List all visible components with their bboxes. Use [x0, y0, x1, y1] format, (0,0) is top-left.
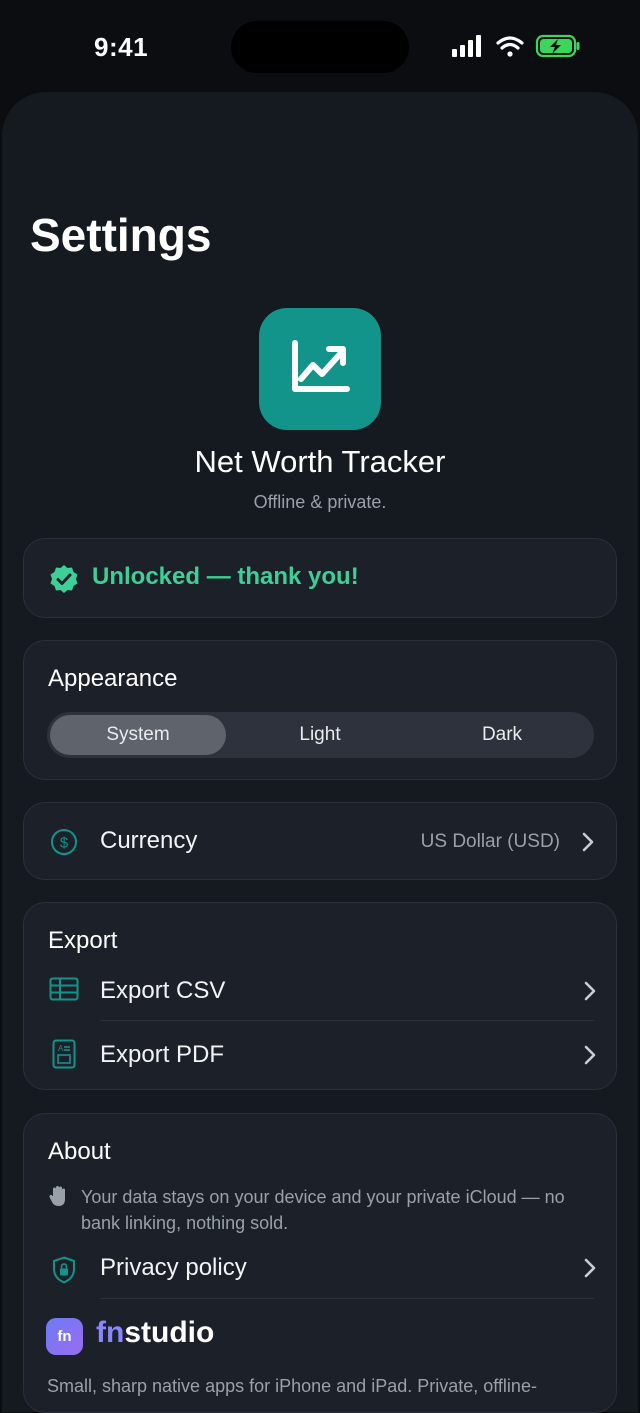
privacy-policy-row[interactable]: Privacy policy — [24, 1242, 618, 1298]
hand-icon — [49, 1186, 65, 1206]
studio-name-studio: studio — [124, 1316, 215, 1349]
svg-text:A: A — [58, 1044, 64, 1053]
chevron-right-icon — [584, 1045, 596, 1065]
shield-lock-icon — [53, 1256, 75, 1284]
check-badge-icon — [50, 565, 78, 593]
app-icon — [259, 308, 381, 430]
currency-label: Currency — [100, 827, 198, 854]
privacy-policy-label: Privacy policy — [100, 1254, 247, 1281]
studio-description: Small, sharp native apps for iPhone and … — [47, 1376, 537, 1396]
chevron-right-icon — [584, 1258, 596, 1278]
page-title: Settings — [30, 209, 212, 261]
about-divider — [100, 1298, 594, 1299]
export-card: Export Export CSV A Export PDF — [23, 902, 617, 1090]
export-pdf-row[interactable]: A Export PDF — [24, 1027, 618, 1083]
status-bar: 9:41 — [0, 0, 640, 92]
wifi-icon — [496, 36, 524, 57]
chart-trend-icon — [292, 340, 350, 392]
export-csv-label: Export CSV — [100, 977, 226, 1004]
export-divider — [100, 1020, 594, 1021]
app-tagline: Offline & private. — [253, 492, 387, 512]
currency-row[interactable]: $ Currency US Dollar (USD) — [23, 802, 617, 880]
chevron-right-icon — [582, 832, 594, 852]
studio-name: fnstudio — [96, 1316, 214, 1350]
document-icon: A — [52, 1039, 76, 1069]
battery-icon — [535, 34, 580, 58]
about-data-note: Your data stays on your device and your … — [81, 1187, 565, 1233]
chevron-right-icon — [584, 981, 596, 1001]
studio-logo: fn — [46, 1318, 83, 1355]
about-card: About Your data stays on your device and… — [23, 1113, 617, 1413]
about-title: About — [48, 1138, 111, 1165]
appearance-segmented-control: System Light Dark — [47, 712, 594, 758]
appearance-option-system[interactable]: System — [50, 715, 226, 755]
export-pdf-label: Export PDF — [100, 1041, 225, 1068]
studio-name-fn: fn — [96, 1316, 125, 1349]
table-icon — [49, 977, 79, 1001]
dynamic-island — [231, 21, 409, 73]
svg-text:$: $ — [60, 835, 69, 852]
status-time: 9:41 — [94, 32, 149, 62]
export-title: Export — [48, 927, 118, 954]
currency-value: US Dollar (USD) — [420, 831, 560, 852]
appearance-option-dark[interactable]: Dark — [414, 715, 590, 755]
status-icons — [452, 34, 580, 58]
appearance-option-light[interactable]: Light — [232, 715, 408, 755]
appearance-title: Appearance — [48, 665, 178, 692]
export-csv-row[interactable]: Export CSV — [24, 965, 618, 1021]
signal-icon — [452, 35, 481, 57]
app-name: Net Worth Tracker — [194, 444, 446, 479]
unlocked-card: Unlocked — thank you! — [23, 538, 617, 618]
dollar-circle-icon: $ — [51, 829, 77, 855]
appearance-card: Appearance System Light Dark — [23, 640, 617, 780]
unlocked-status: Unlocked — thank you! — [92, 563, 359, 590]
